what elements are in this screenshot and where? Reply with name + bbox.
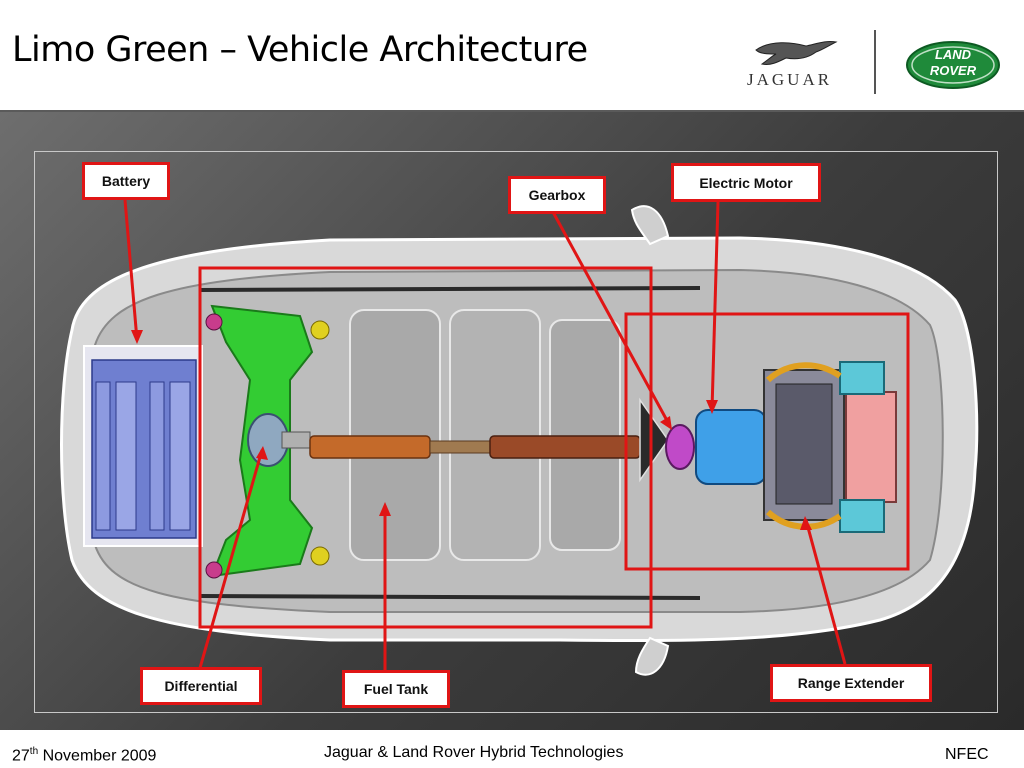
prop-shaft-front (489, 435, 641, 459)
differential-label: Differential (140, 667, 262, 705)
footer-date-rest: November 2009 (38, 747, 157, 765)
right-mirror (634, 636, 670, 676)
electric-motor-body (695, 409, 767, 485)
range-extender-label: Range Extender (770, 664, 932, 702)
battery-label: Battery (82, 162, 170, 200)
roof-rail-bottom (199, 594, 701, 600)
vehicle-architecture-diagram (60, 199, 979, 676)
battery-pack (83, 345, 203, 547)
prop-shaft-middle (429, 440, 491, 454)
rear-mount-top-right (310, 320, 330, 340)
floor-pan-centre (449, 309, 541, 561)
electric-motor-label: Electric Motor (671, 163, 821, 202)
footer-org: NFEC (945, 746, 989, 763)
floor-pan-right (549, 319, 621, 551)
fuel-tank-label: Fuel Tank (342, 670, 450, 708)
prop-shaft-rear (309, 435, 431, 459)
roof-rail-top (199, 286, 701, 292)
rear-strut-bottom-left (205, 561, 223, 579)
footer-presentation-title: Jaguar & Land Rover Hybrid Technologies (324, 744, 624, 761)
floor-pan-left (349, 309, 441, 561)
rear-strut-top-left (205, 313, 223, 331)
rear-mount-bottom-right (310, 546, 330, 566)
slide-footer: 27th November 2009 Jaguar & Land Rover H… (0, 730, 1024, 768)
footer-date-day: 27 (12, 747, 30, 765)
gearbox-label: Gearbox (508, 176, 606, 214)
footer-date-suffix: th (29, 746, 39, 757)
range-extender-unit (763, 361, 897, 533)
footer-date: 27th November 2009 (12, 746, 156, 765)
